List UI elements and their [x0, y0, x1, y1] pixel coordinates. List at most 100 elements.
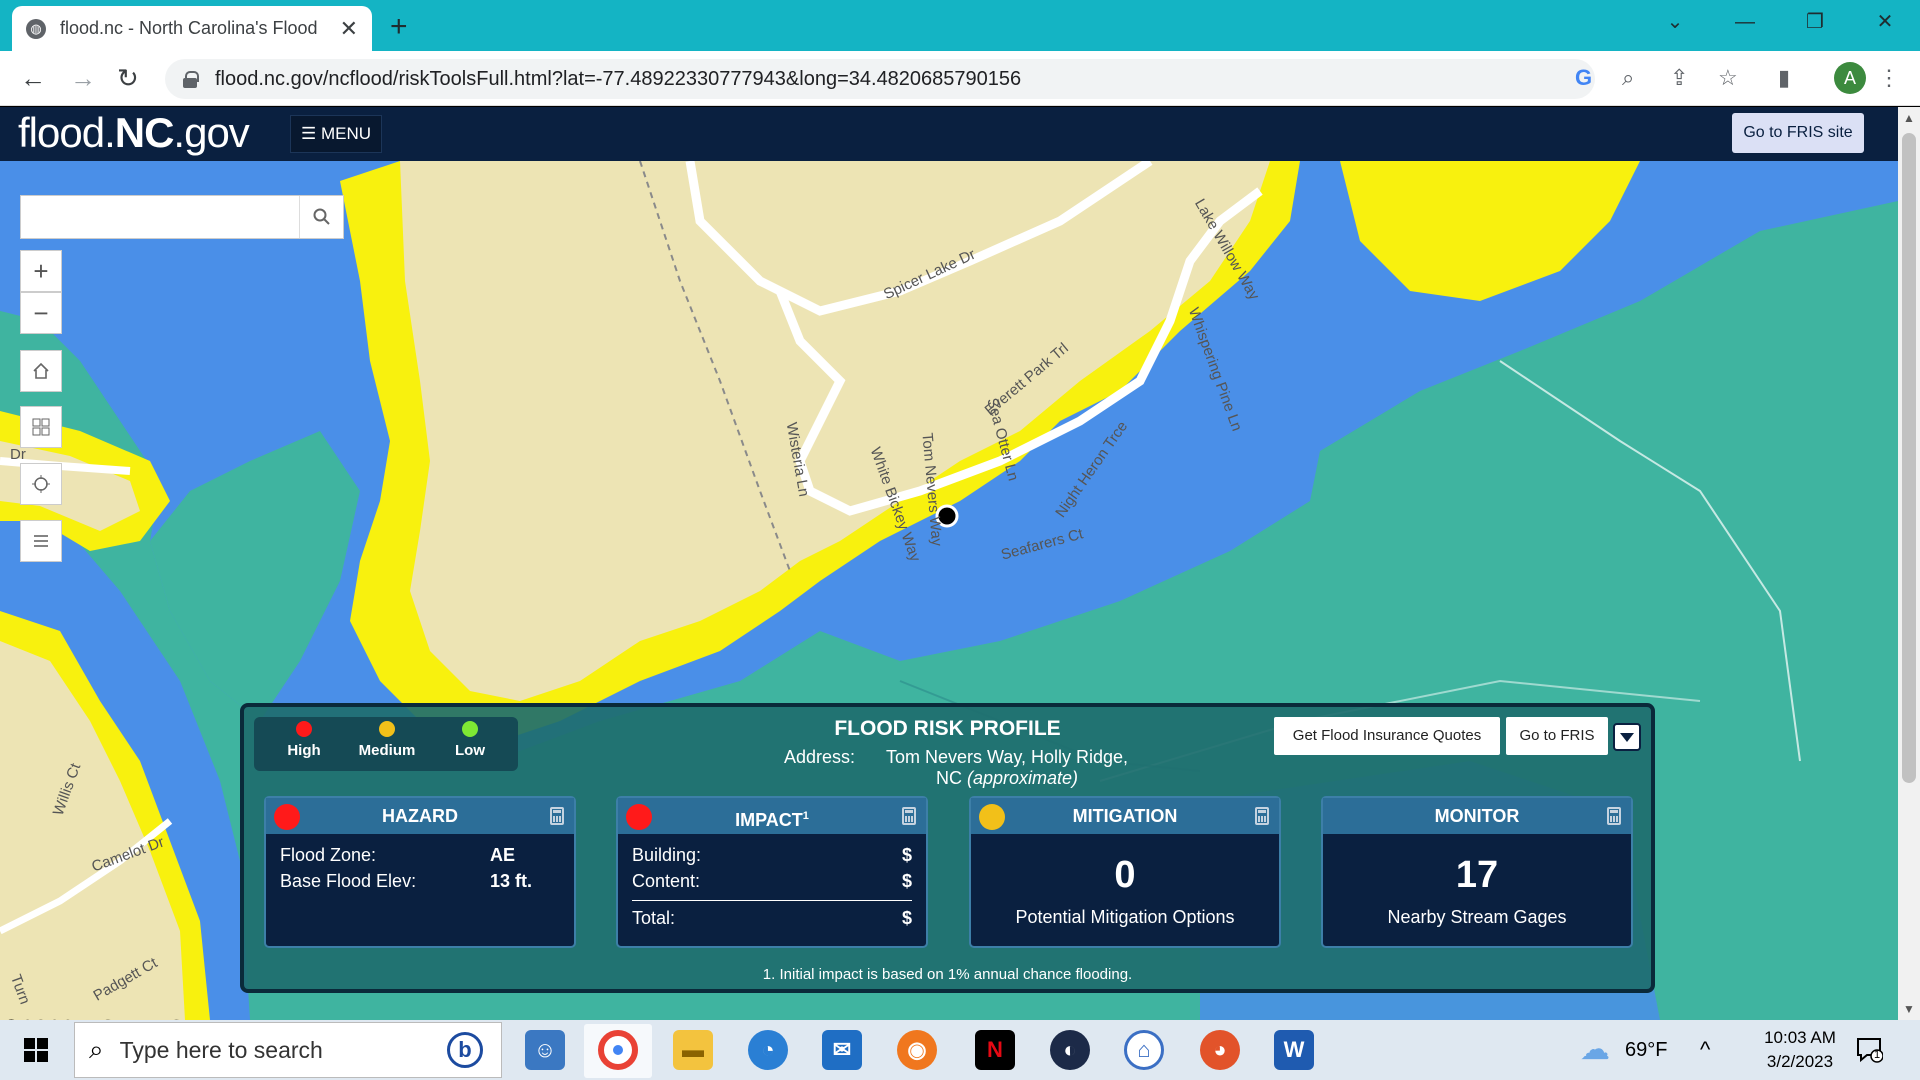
flood-zone-label: Flood Zone:	[280, 845, 377, 865]
map-search-box	[20, 195, 344, 239]
content-label: Content:	[632, 871, 701, 891]
window-close-icon[interactable]: ✕	[1850, 0, 1920, 44]
home-shield-icon[interactable]: ⌂	[1124, 1030, 1164, 1070]
content-value: $	[901, 871, 912, 891]
restore-icon[interactable]: ❐	[1780, 0, 1850, 44]
monitor-card: MONITOR 17 Nearby Stream Gages	[1321, 796, 1633, 948]
scroll-down-icon[interactable]: ▼	[1903, 1002, 1915, 1016]
windows-taskbar: ⌕ Type here to search b ☺ ▬ ◔ ✉ ◉ N ◐ ⌂ …	[0, 1020, 1920, 1080]
locate-icon[interactable]	[20, 463, 62, 505]
tab-title: flood.nc - North Carolina's Flood	[60, 18, 318, 38]
netflix-icon[interactable]: N	[975, 1030, 1015, 1070]
impact-footnote: 1. Initial impact is based on 1% annual …	[762, 966, 1133, 983]
people-app-icon[interactable]: ☺	[525, 1030, 565, 1070]
chrome-icon[interactable]	[598, 1030, 638, 1070]
building-label: Building:	[632, 845, 702, 865]
taskbar-search-placeholder: Type here to search	[119, 1036, 323, 1063]
cortana-icon[interactable]: ◔	[748, 1030, 788, 1070]
browser-tab[interactable]: ◍ flood.nc - North Carolina's Flood ✕	[12, 6, 372, 51]
mitigation-count: 0	[1114, 854, 1136, 896]
go-to-fris-button[interactable]: Go to FRIS	[1506, 717, 1608, 755]
total-label: Total:	[632, 908, 676, 928]
home-icon[interactable]	[20, 350, 62, 392]
map-label: Dr	[10, 446, 26, 463]
close-tab-icon[interactable]: ✕	[340, 16, 358, 42]
map-search-input[interactable]	[21, 196, 301, 238]
flood-risk-profile-panel: High Medium Low FLOOD RISK PROFILE Addre…	[240, 703, 1655, 993]
go-to-fris-site-button[interactable]: Go to FRIS site	[1732, 113, 1864, 153]
impact-card: IMPACT1 Building: $ Content: $ Total: $	[616, 796, 928, 948]
mitigation-title: MITIGATION	[1072, 806, 1178, 826]
windows-start-icon[interactable]	[24, 1038, 48, 1062]
scroll-up-icon[interactable]: ▲	[1903, 111, 1915, 125]
mitigation-label: Potential Mitigation Options	[1015, 907, 1235, 927]
calculator-icon[interactable]	[550, 807, 564, 825]
weather-icon[interactable]: ☁	[1580, 1020, 1610, 1080]
share-icon[interactable]: ⇪	[1670, 65, 1688, 91]
total-value: $	[901, 908, 912, 928]
browser-toolbar: ← → ↻ flood.nc.gov/ncflood/riskToolsFull…	[0, 51, 1920, 106]
high-risk-dot	[296, 721, 312, 737]
risk-legend: High Medium Low	[254, 717, 518, 771]
tab-search-icon[interactable]: ⌄	[1640, 0, 1710, 44]
legend-low: Low	[430, 721, 510, 759]
mail-icon[interactable]: ✉	[822, 1030, 862, 1070]
new-tab-icon[interactable]: +	[390, 10, 408, 44]
calculator-icon[interactable]	[1607, 807, 1621, 825]
file-explorer-icon[interactable]: ▬	[673, 1030, 713, 1070]
back-icon[interactable]: ←	[20, 63, 46, 94]
basemap-gallery-icon[interactable]	[20, 406, 62, 448]
get-flood-insurance-quotes-button[interactable]: Get Flood Insurance Quotes	[1274, 717, 1500, 755]
profile-avatar[interactable]: A	[1834, 62, 1866, 94]
impact-level-dot	[626, 804, 652, 830]
app-icon[interactable]: ◐	[1050, 1030, 1090, 1070]
forward-icon[interactable]: →	[70, 63, 96, 94]
menu-button[interactable]: ☰ MENU	[290, 115, 382, 153]
site-logo[interactable]: flood.NC.gov	[18, 109, 250, 157]
legend-high: High	[264, 721, 344, 759]
weather-temp[interactable]: 69°F	[1625, 1020, 1667, 1080]
site-header: flood.NC.gov ☰ MENU Go to FRIS site	[0, 107, 1898, 161]
word-icon[interactable]: W	[1274, 1030, 1314, 1070]
mitigation-card: MITIGATION 0 Potential Mitigation Option…	[969, 796, 1281, 948]
calculator-icon[interactable]	[1255, 807, 1269, 825]
impact-title: IMPACT	[735, 810, 803, 830]
show-hidden-icons-icon[interactable]: ^	[1700, 1020, 1710, 1080]
globe-icon: ◍	[26, 18, 46, 39]
duckduckgo-icon[interactable]: ◕	[1200, 1030, 1240, 1070]
mitigation-level-dot	[979, 804, 1005, 830]
monitor-title: MONITOR	[1434, 806, 1520, 826]
bookmark-star-icon[interactable]: ☆	[1718, 65, 1738, 91]
page-scrollbar[interactable]: ▲ ▼	[1898, 107, 1920, 1020]
google-icon[interactable]: G	[1575, 65, 1592, 91]
kebab-menu-icon[interactable]: ⋮	[1878, 65, 1900, 91]
hamburger-icon: ☰	[300, 124, 317, 143]
low-risk-dot	[462, 721, 478, 737]
scrollbar-thumb[interactable]	[1902, 133, 1916, 783]
calculator-icon[interactable]	[902, 807, 916, 825]
notifications-icon[interactable]: 1	[1855, 1035, 1884, 1063]
medium-risk-dot	[379, 721, 395, 737]
search-icon: ⌕	[89, 1034, 104, 1064]
search-icon[interactable]	[299, 196, 343, 238]
minimize-icon[interactable]: —	[1710, 0, 1780, 44]
lock-icon[interactable]	[183, 71, 199, 88]
taskbar-search[interactable]: ⌕ Type here to search b	[74, 1022, 502, 1078]
zoom-in-icon[interactable]: +	[20, 250, 62, 292]
collapse-panel-icon[interactable]	[1613, 723, 1641, 751]
taskbar-clock[interactable]: 10:03 AM 3/2/2023	[1740, 1026, 1860, 1074]
zoom-icon[interactable]: ⌕	[1622, 65, 1634, 91]
side-panel-icon[interactable]: ▮	[1778, 65, 1790, 91]
url-text[interactable]: flood.nc.gov/ncflood/riskToolsFull.html?…	[215, 68, 1021, 91]
legend-medium: Medium	[347, 721, 427, 759]
zoom-out-icon[interactable]: −	[20, 292, 62, 334]
bing-icon[interactable]: b	[447, 1032, 483, 1068]
address-value: Tom Nevers Way, Holly Ridge, NC (approxim…	[885, 747, 1129, 788]
layer-list-icon[interactable]	[20, 520, 62, 562]
address-label: Address:	[784, 747, 856, 767]
hazard-card: HAZARD Flood Zone: AE Base Flood Elev: 13 …	[264, 796, 576, 948]
firefox-icon[interactable]: ◉	[897, 1030, 937, 1070]
reload-icon[interactable]: ↻	[117, 63, 139, 94]
bfe-value: 13 ft.	[490, 871, 533, 891]
address-bar[interactable]: flood.nc.gov/ncflood/riskToolsFull.html?…	[165, 59, 1595, 99]
